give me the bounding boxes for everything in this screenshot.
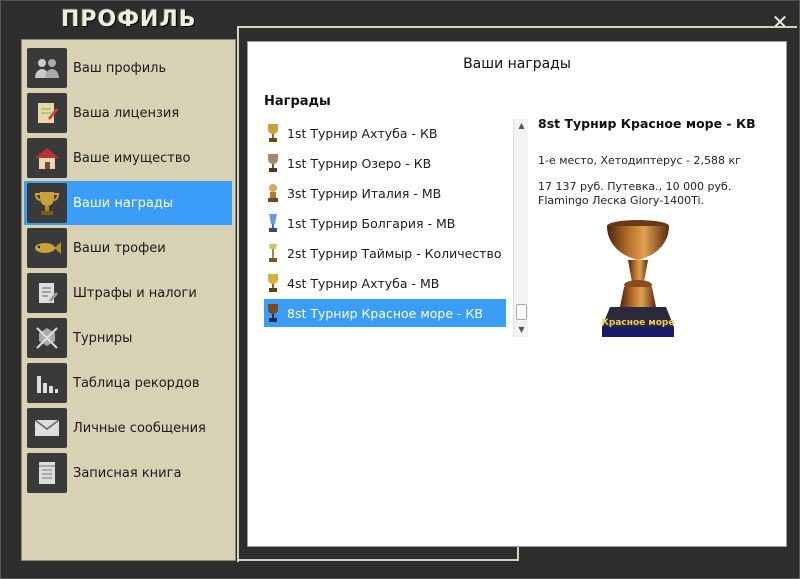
profile-window: ПРОФИЛЬ ✕ Ваш профиль Ваша лицензия Ваше… <box>0 0 800 579</box>
list-item-label: 1st Турнир Болгария - МВ <box>287 215 456 231</box>
sidebar-item-label: Записная книга <box>73 465 182 481</box>
trophy-plate-text: Красное море <box>602 318 675 328</box>
envelope-icon <box>27 408 67 448</box>
chart-icon <box>27 363 67 403</box>
cup-icon <box>266 272 280 294</box>
sidebar-item-label: Личные сообщения <box>73 420 206 436</box>
window-title: ПРОФИЛЬ <box>61 7 197 32</box>
list-item-label: 4st Турнир Ахтуба - МВ <box>287 275 440 291</box>
list-item[interactable]: 1st Турнир Болгария - МВ <box>264 209 506 237</box>
award-detail-prize: 17 137 руб. Путевка., 10 000 руб. Flamin… <box>538 180 732 207</box>
list-item-label: 8st Турнир Красное море - КВ <box>287 305 483 321</box>
awards-panel: Ваши награды Награды 1st Турнир Ахтуба -… <box>247 41 787 547</box>
list-item-label: 2st Турнир Таймыр - Количество <box>287 245 502 261</box>
cup-icon <box>266 152 280 174</box>
awards-scrollbar[interactable]: ▲ ▼ <box>513 119 528 337</box>
cup-icon <box>266 122 280 144</box>
cup-icon <box>266 182 280 204</box>
sidebar-item-label: Ваше имущество <box>73 150 191 166</box>
house-icon <box>27 138 67 178</box>
sidebar-item-label: Таблица рекордов <box>73 375 200 391</box>
fines-icon <box>27 273 67 313</box>
scroll-down-arrow-icon[interactable]: ▼ <box>514 323 529 337</box>
trophy-image: Красное море <box>600 217 690 347</box>
list-item[interactable]: 4st Турнир Ахтуба - МВ <box>264 269 506 297</box>
list-item[interactable]: 3st Турнир Италия - МВ <box>264 179 506 207</box>
award-detail-title: 8st Турнир Красное море - КВ <box>538 116 756 131</box>
fish-icon <box>27 228 67 268</box>
sidebar-item-property[interactable]: Ваше имущество <box>24 136 232 180</box>
scroll-thumb[interactable] <box>516 304 527 320</box>
sidebar-item-notebook[interactable]: Записная книга <box>24 451 232 495</box>
list-item-label: 3st Турнир Италия - МВ <box>287 185 442 201</box>
awards-section-title: Награды <box>264 94 331 109</box>
list-item[interactable]: 8st Турнир Красное море - КВ <box>264 299 506 327</box>
list-item[interactable]: 2st Турнир Таймыр - Количество <box>264 239 506 267</box>
content-frame-strip <box>237 547 519 561</box>
sidebar-item-records[interactable]: Таблица рекордов <box>24 361 232 405</box>
sidebar-item-awards[interactable]: Ваши награды <box>24 181 232 225</box>
award-detail-place: 1-е место, Хетодиптерус - 2,588 кг <box>538 154 741 167</box>
cup-icon <box>266 302 280 324</box>
users-icon <box>27 48 67 88</box>
list-item-label: 1st Турнир Ахтуба - КВ <box>287 125 438 141</box>
trophy-icon <box>27 183 67 223</box>
sidebar-item-label: Ваши трофеи <box>73 240 166 256</box>
notebook-icon <box>27 453 67 493</box>
cup-icon <box>266 242 280 264</box>
sidebar-item-license[interactable]: Ваша лицензия <box>24 91 232 135</box>
sidebar-item-profile[interactable]: Ваш профиль <box>24 46 232 90</box>
sidebar-item-label: Ваш профиль <box>73 60 167 76</box>
cup-icon <box>266 212 280 234</box>
sidebar-item-messages[interactable]: Личные сообщения <box>24 406 232 450</box>
license-icon <box>27 93 67 133</box>
scroll-up-arrow-icon[interactable]: ▲ <box>514 119 529 133</box>
sidebar-item-trophies[interactable]: Ваши трофеи <box>24 226 232 270</box>
sidebar-item-fines[interactable]: Штрафы и налоги <box>24 271 232 315</box>
awards-list: 1st Турнир Ахтуба - КВ 1st Турнир Озеро … <box>264 119 512 337</box>
panel-title: Ваши награды <box>463 56 571 72</box>
sidebar-item-label: Ваши награды <box>73 195 174 211</box>
sidebar-item-label: Штрафы и налоги <box>73 285 197 301</box>
list-item[interactable]: 1st Турнир Озеро - КВ <box>264 149 506 177</box>
sidebar: Ваш профиль Ваша лицензия Ваше имущество… <box>21 39 236 561</box>
list-item-label: 1st Турнир Озеро - КВ <box>287 155 432 171</box>
sidebar-item-label: Турниры <box>73 330 133 346</box>
tournament-icon <box>27 318 67 358</box>
sidebar-item-label: Ваша лицензия <box>73 105 180 121</box>
list-item[interactable]: 1st Турнир Ахтуба - КВ <box>264 119 506 147</box>
sidebar-item-tournaments[interactable]: Турниры <box>24 316 232 360</box>
